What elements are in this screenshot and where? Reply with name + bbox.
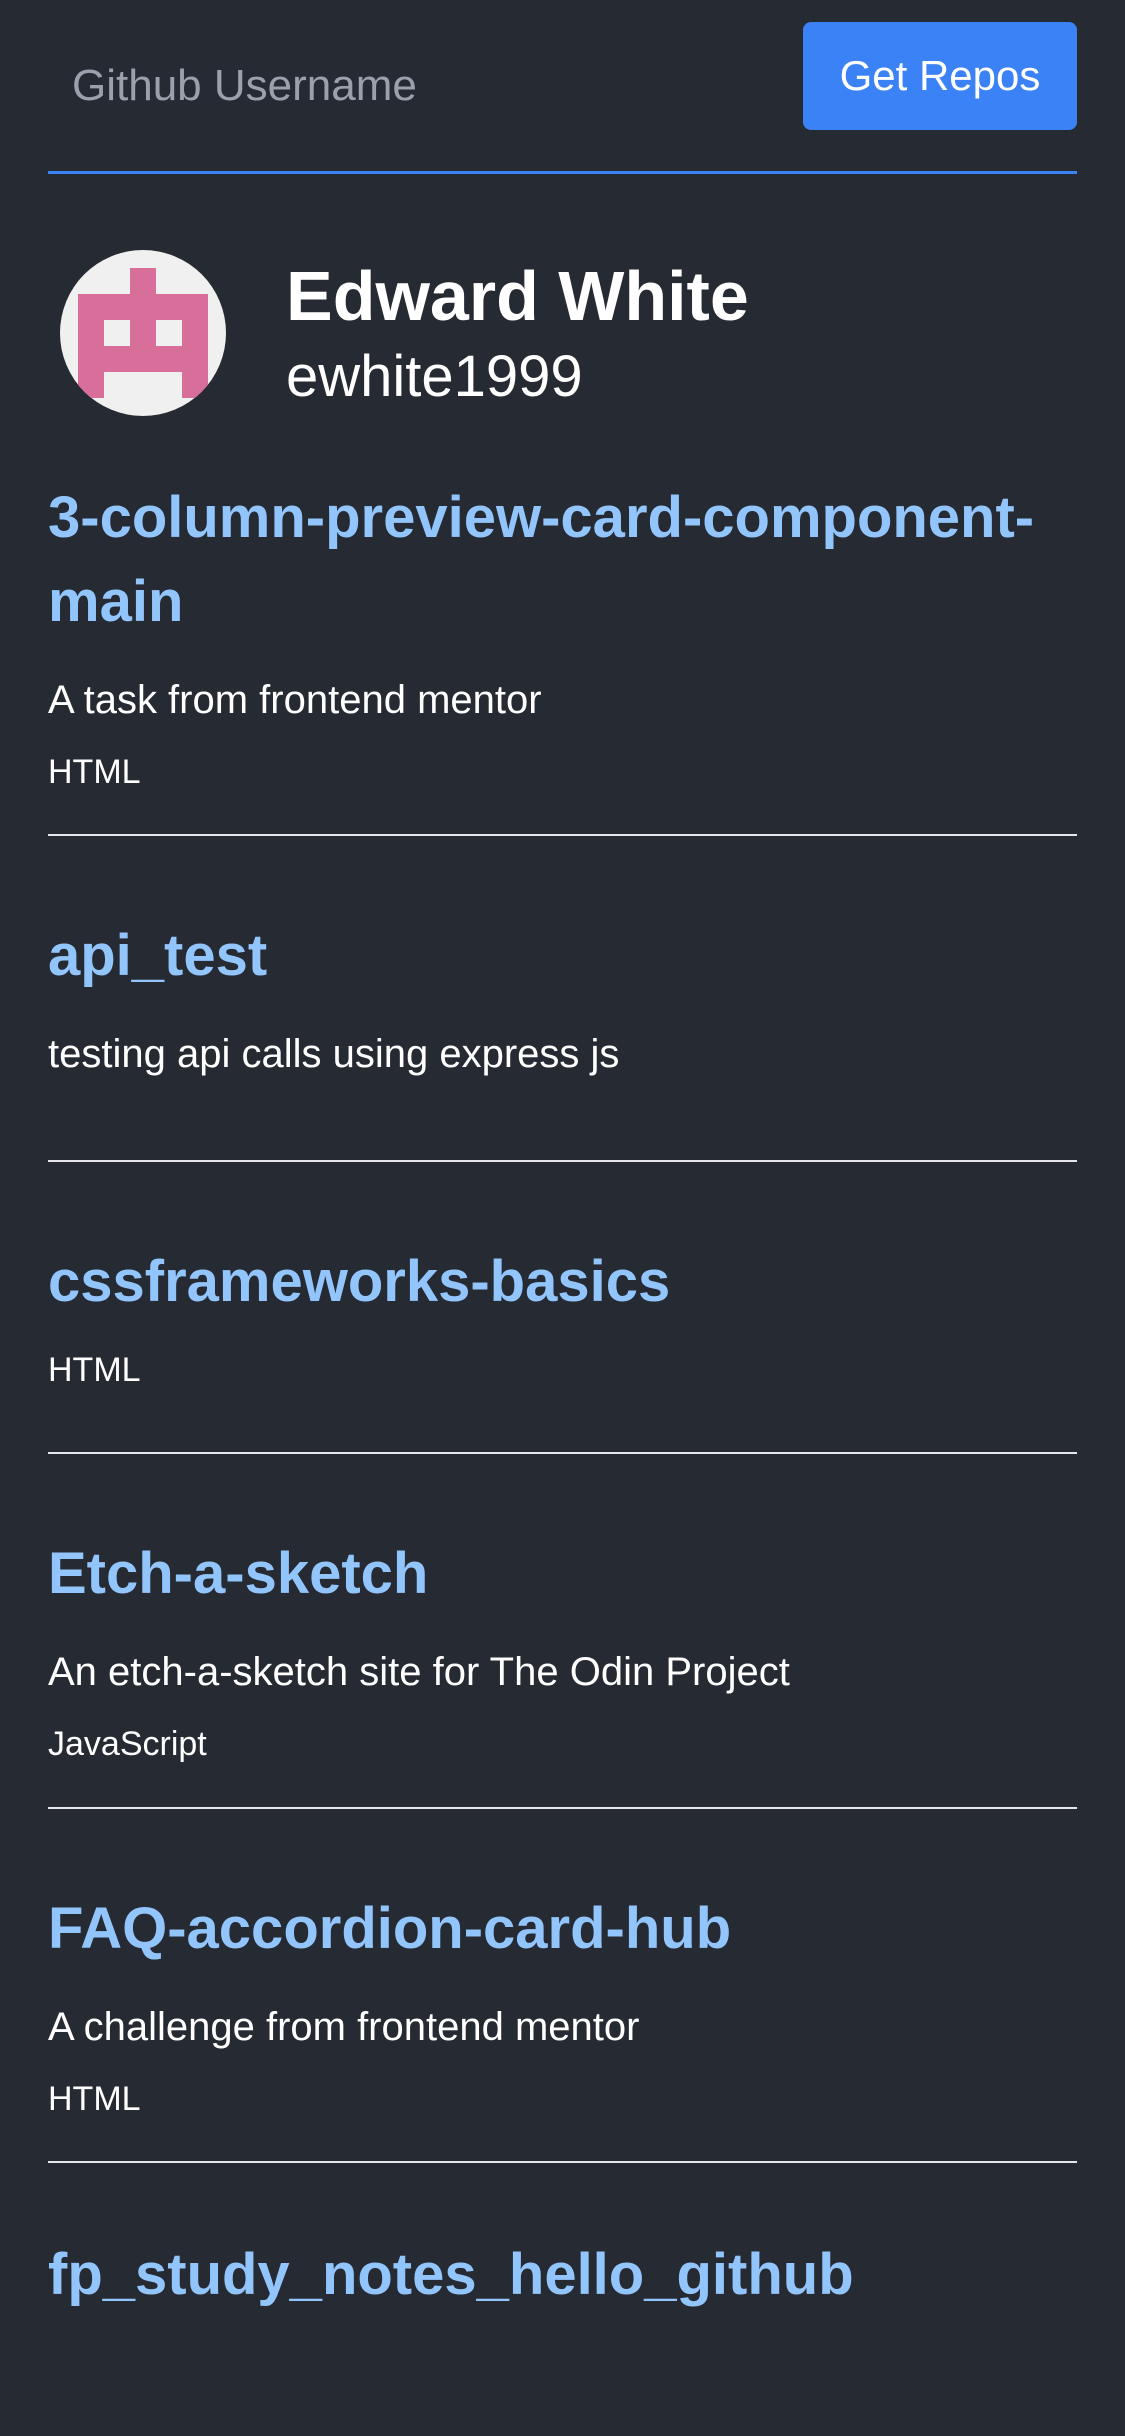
user-profile: Edward White ewhite1999 xyxy=(48,250,1077,416)
repo-link[interactable]: 3-column-preview-card-component-main xyxy=(48,476,1077,644)
repo-description: An etch-a-sketch site for The Odin Proje… xyxy=(48,1650,790,1695)
repo-language: HTML xyxy=(48,1351,141,1390)
identicon-avatar-icon xyxy=(78,268,208,398)
repo-item: fp_study_notes_hello_github xyxy=(48,2163,1077,2357)
profile-login: ewhite1999 xyxy=(286,344,583,410)
repo-language: HTML xyxy=(48,753,141,791)
get-repos-button[interactable]: Get Repos xyxy=(803,21,1077,130)
repo-description: testing api calls using express js xyxy=(48,1032,620,1077)
repo-link[interactable]: cssframeworks-basics xyxy=(48,1240,1077,1324)
repo-link[interactable]: Etch-a-sketch xyxy=(48,1532,1077,1616)
repo-item: FAQ-accordion-card-hub A challenge from … xyxy=(48,1809,1077,2163)
repo-link[interactable]: api_test xyxy=(48,914,1077,998)
profile-text: Edward White ewhite1999 xyxy=(286,254,749,412)
repo-description: A task from frontend mentor xyxy=(48,678,542,722)
repo-list: 3-column-preview-card-component-main A t… xyxy=(48,476,1077,2357)
repo-link[interactable]: FAQ-accordion-card-hub xyxy=(48,1887,1077,1971)
repo-item: cssframeworks-basics HTML xyxy=(48,1162,1077,1455)
avatar xyxy=(60,250,226,416)
repo-item: 3-column-preview-card-component-main A t… xyxy=(48,476,1077,837)
repo-item: api_test testing api calls using express… xyxy=(48,836,1077,1163)
search-bar: Get Repos xyxy=(48,0,1077,174)
repo-description: A challenge from frontend mentor xyxy=(48,2004,640,2049)
profile-name: Edward White xyxy=(286,257,749,336)
repo-language: JavaScript xyxy=(48,1725,207,1764)
app-root: Get Repos Edward White ewhite1999 3-colu… xyxy=(0,0,1125,2436)
repo-link[interactable]: fp_study_notes_hello_github xyxy=(48,2233,1077,2317)
repo-item: Etch-a-sketch An etch-a-sketch site for … xyxy=(48,1454,1077,1809)
repo-language: HTML xyxy=(48,2079,141,2118)
username-input[interactable] xyxy=(48,31,803,140)
